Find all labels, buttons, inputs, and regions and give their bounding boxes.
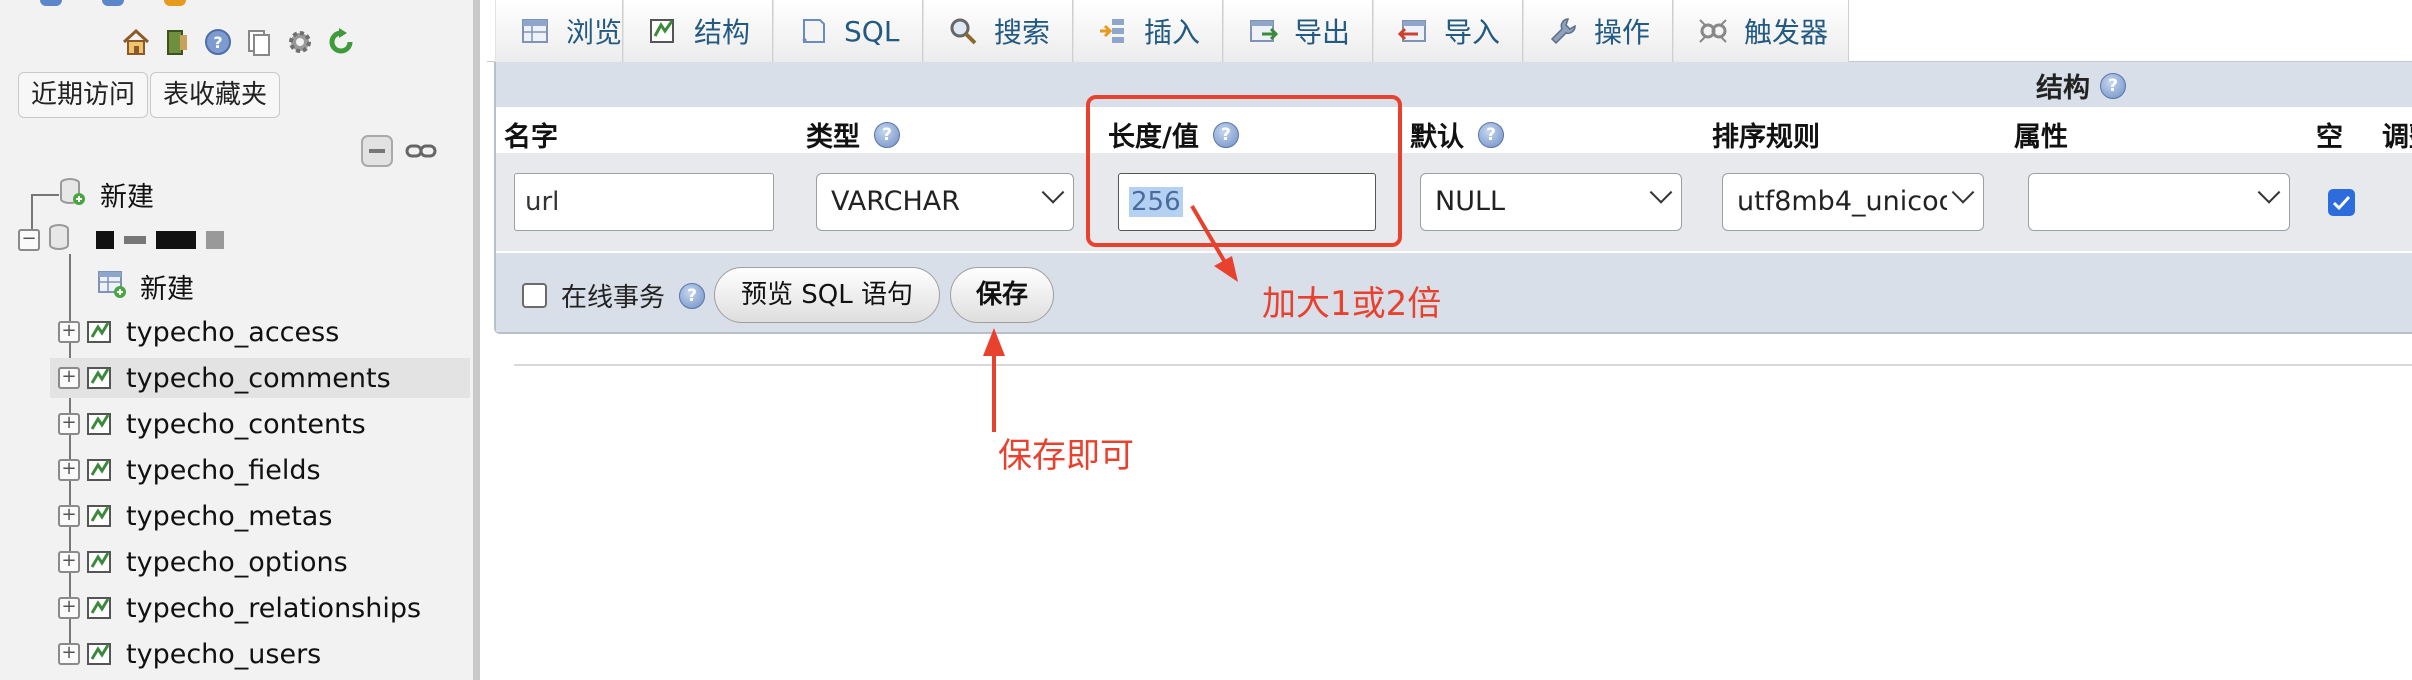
- save-arrow: [983, 328, 1005, 432]
- length-arrow: [1190, 204, 1238, 282]
- length-annotation: 加大1或2倍: [1262, 284, 1442, 324]
- save-annotation: 保存即可: [998, 436, 1134, 476]
- annotation-arrows: [983, 204, 1238, 432]
